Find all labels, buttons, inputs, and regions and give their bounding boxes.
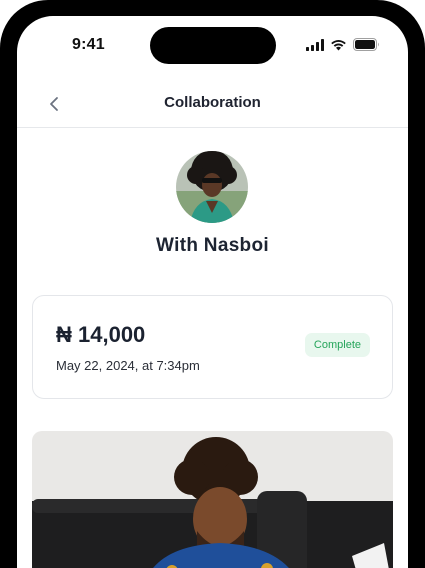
transaction-amount: ₦ 14,000	[56, 322, 146, 347]
avatar	[176, 151, 248, 223]
avatar-image	[176, 151, 248, 223]
dynamic-island	[150, 27, 276, 64]
status-badge: Complete	[304, 333, 370, 357]
status-bar: 9:41	[17, 16, 408, 72]
phone-frame: 9:41 Collaboration With Nasboi ₦ 14,000 …	[0, 0, 425, 568]
signal-icon	[306, 38, 324, 51]
collaboration-image	[32, 431, 393, 568]
transaction-card[interactable]: ₦ 14,000 May 22, 2024, at 7:34pm Complet…	[32, 295, 393, 399]
wifi-icon	[331, 39, 346, 50]
transaction-date: May 22, 2024, at 7:34pm	[56, 358, 200, 373]
collaboration-photo	[32, 431, 393, 568]
app-screen: 9:41 Collaboration With Nasboi ₦ 14,000 …	[17, 16, 408, 568]
status-time: 9:41	[72, 36, 105, 53]
page-title: Collaboration	[164, 94, 261, 111]
battery-icon	[353, 38, 379, 51]
nav-bar: Collaboration	[17, 82, 408, 128]
collaborator-name: With Nasboi	[156, 235, 269, 256]
status-icons	[306, 38, 380, 51]
